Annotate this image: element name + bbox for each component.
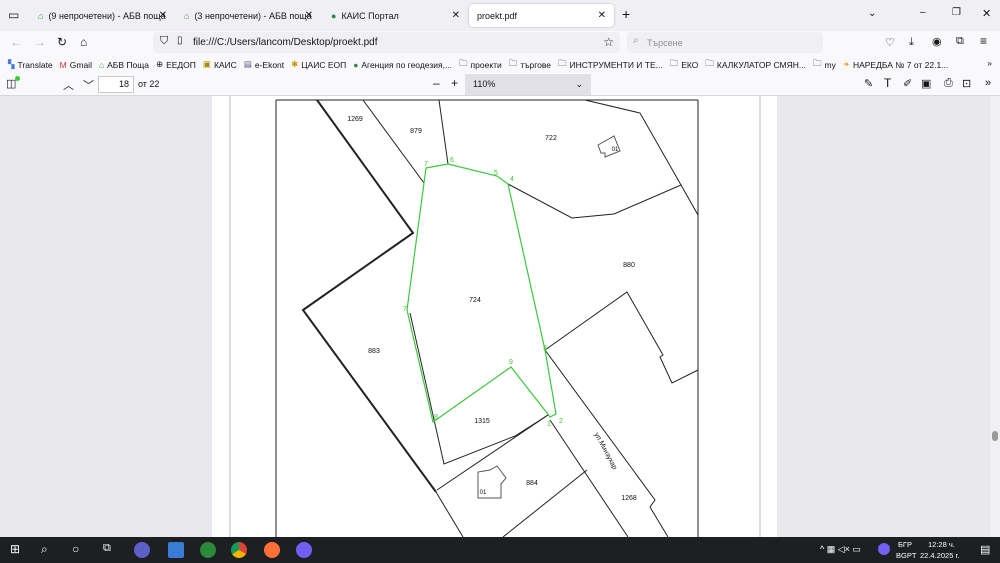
language-indicator[interactable]: БГР: [898, 540, 912, 549]
vertex-label: 6: [450, 157, 454, 164]
parcel-label: 722: [545, 135, 557, 142]
cadastral-map: 1269 879 722 880 724 883 1315 884 1268 0…: [229, 96, 761, 538]
vertex-label: 5: [494, 170, 498, 177]
street-label: ул.Минзухар: [593, 432, 618, 471]
vertex-label: 7: [403, 306, 407, 313]
parcel-724-boundary: [406, 163, 557, 424]
search-icon[interactable]: ⌕: [41, 542, 48, 557]
parcel-label: 884: [526, 480, 538, 487]
parcel-label: 1269: [347, 116, 363, 123]
building-label: 01: [480, 490, 487, 496]
thick-boundary: [301, 99, 437, 493]
parcel-line: [502, 469, 588, 538]
viber-tray-icon[interactable]: [878, 543, 890, 555]
parcel-line: [362, 99, 425, 184]
firefox-icon[interactable]: [264, 542, 280, 558]
building-label: 01: [612, 147, 619, 153]
windows-start-icon[interactable]: ⊞: [10, 542, 20, 556]
cortana-icon[interactable]: ○: [72, 542, 79, 556]
parcel-line: [438, 99, 449, 165]
vertex-label: 4: [510, 176, 514, 183]
parcel-line: [435, 491, 464, 538]
parcel-label: 879: [410, 128, 422, 135]
vertex-label: 1: [547, 421, 551, 428]
taskbar: ⊞ ⌕ ○ ⧉ ^ ▦ ◁× ▭ БГР BGPT 12:28 ч. 22.4.…: [0, 537, 1000, 563]
vertex-label: 2: [559, 418, 563, 425]
parcel-line: [507, 183, 682, 219]
parcel-line: [544, 291, 699, 384]
vertex-label: 8: [434, 414, 438, 421]
vertex-label: 7: [424, 161, 428, 168]
parcel-line: [436, 414, 549, 491]
viber-icon[interactable]: [296, 542, 312, 558]
notifications-icon[interactable]: ▤: [980, 543, 990, 556]
app-c-icon[interactable]: [168, 542, 184, 558]
vertex-label: 9: [509, 359, 513, 366]
teams-icon[interactable]: [134, 542, 150, 558]
parcel-label: 883: [368, 348, 380, 355]
parcel-label: 1268: [621, 495, 637, 502]
street-line: [544, 349, 669, 538]
parcel-label: 880: [623, 262, 635, 269]
clock-date[interactable]: 22.4.2025 г.: [920, 551, 959, 560]
parcel-label: 724: [469, 297, 481, 304]
vertex-label: 3: [543, 345, 547, 352]
parcel-line: [584, 99, 699, 216]
globe-app-icon[interactable]: [200, 542, 216, 558]
parcel-label: 1315: [474, 418, 490, 425]
clock-time[interactable]: 12:28 ч.: [928, 540, 955, 549]
tray-icons[interactable]: ^ ▦ ◁× ▭: [820, 544, 861, 555]
chrome-icon[interactable]: [231, 542, 247, 558]
task-view-icon[interactable]: ⧉: [103, 542, 111, 555]
keyboard-layout[interactable]: BGPT: [896, 551, 916, 560]
street-line: [549, 419, 629, 538]
